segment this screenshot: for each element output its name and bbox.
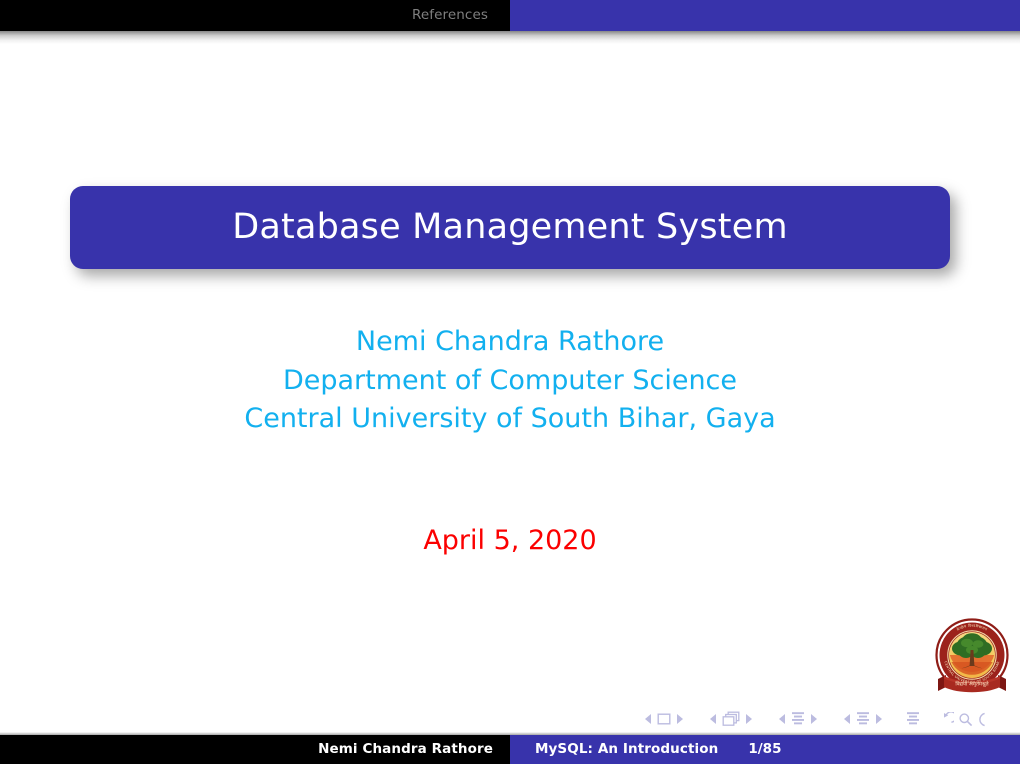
- goto-icon[interactable]: [977, 712, 987, 727]
- subsection-prev-triangle-icon[interactable]: [779, 714, 786, 724]
- section-next-triangle-icon[interactable]: [875, 714, 882, 724]
- footline-author: Nemi Chandra Rathore: [318, 740, 493, 757]
- footline-page-number: 1/85: [748, 740, 782, 757]
- section-icon[interactable]: [856, 711, 870, 727]
- footline-title-cell[interactable]: MySQL: An Introduction 1/85: [510, 735, 1020, 764]
- beamer-slide: References Database Management System Ne…: [0, 0, 1020, 764]
- headline-navigation-bar: References: [0, 0, 1020, 31]
- document-icon[interactable]: [906, 711, 920, 727]
- title-block: Database Management System: [70, 186, 956, 276]
- author-block: Nemi Chandra Rathore Department of Compu…: [0, 323, 1020, 439]
- section-nav-group[interactable]: [839, 711, 887, 727]
- headline-blue-cell: [510, 0, 1020, 31]
- title-box: Database Management System: [70, 186, 950, 269]
- author-institute: Central University of South Bihar, Gaya: [244, 403, 776, 434]
- footline-short-title: MySQL: An Introduction: [535, 740, 719, 757]
- back-find-nav-group[interactable]: [939, 711, 987, 727]
- footline-author-cell[interactable]: Nemi Chandra Rathore: [0, 735, 510, 764]
- subsection-icon[interactable]: [791, 711, 805, 727]
- slide-next-triangle-icon[interactable]: [676, 714, 683, 724]
- headline-drop-shadow: [0, 31, 1020, 44]
- subsection-nav-group[interactable]: [774, 711, 822, 727]
- beamer-navigation-symbols[interactable]: [640, 707, 1000, 731]
- slide-prev-triangle-icon[interactable]: [645, 714, 652, 724]
- frame-next-triangle-icon[interactable]: [745, 714, 752, 724]
- frame-nav-group[interactable]: [705, 711, 757, 727]
- slide-icon[interactable]: [657, 712, 671, 726]
- headline-section-label: References: [411, 6, 488, 23]
- headline-section-cell[interactable]: References: [0, 0, 510, 31]
- author-department: Department of Computer Science: [282, 364, 738, 396]
- page-title: Database Management System: [232, 207, 788, 247]
- back-arrow-icon[interactable]: [939, 711, 954, 727]
- subsection-next-triangle-icon[interactable]: [810, 714, 817, 724]
- section-prev-triangle-icon[interactable]: [844, 714, 851, 724]
- frames-stack-icon[interactable]: [722, 711, 740, 727]
- frame-prev-triangle-icon[interactable]: [710, 714, 717, 724]
- presentation-date: April 5, 2020: [423, 525, 597, 556]
- document-nav-group[interactable]: [906, 711, 920, 727]
- footline-bar: Nemi Chandra Rathore MySQL: An Introduct…: [0, 735, 1020, 764]
- author-name: Nemi Chandra Rathore: [355, 326, 665, 357]
- central-university-of-south-bihar-emblem-icon: विद्यया अमृतमश्नुते केन्द्रीय विश्वविद्य…: [932, 617, 1012, 701]
- magnifier-icon[interactable]: [958, 712, 973, 727]
- slide-nav-group[interactable]: [640, 712, 688, 726]
